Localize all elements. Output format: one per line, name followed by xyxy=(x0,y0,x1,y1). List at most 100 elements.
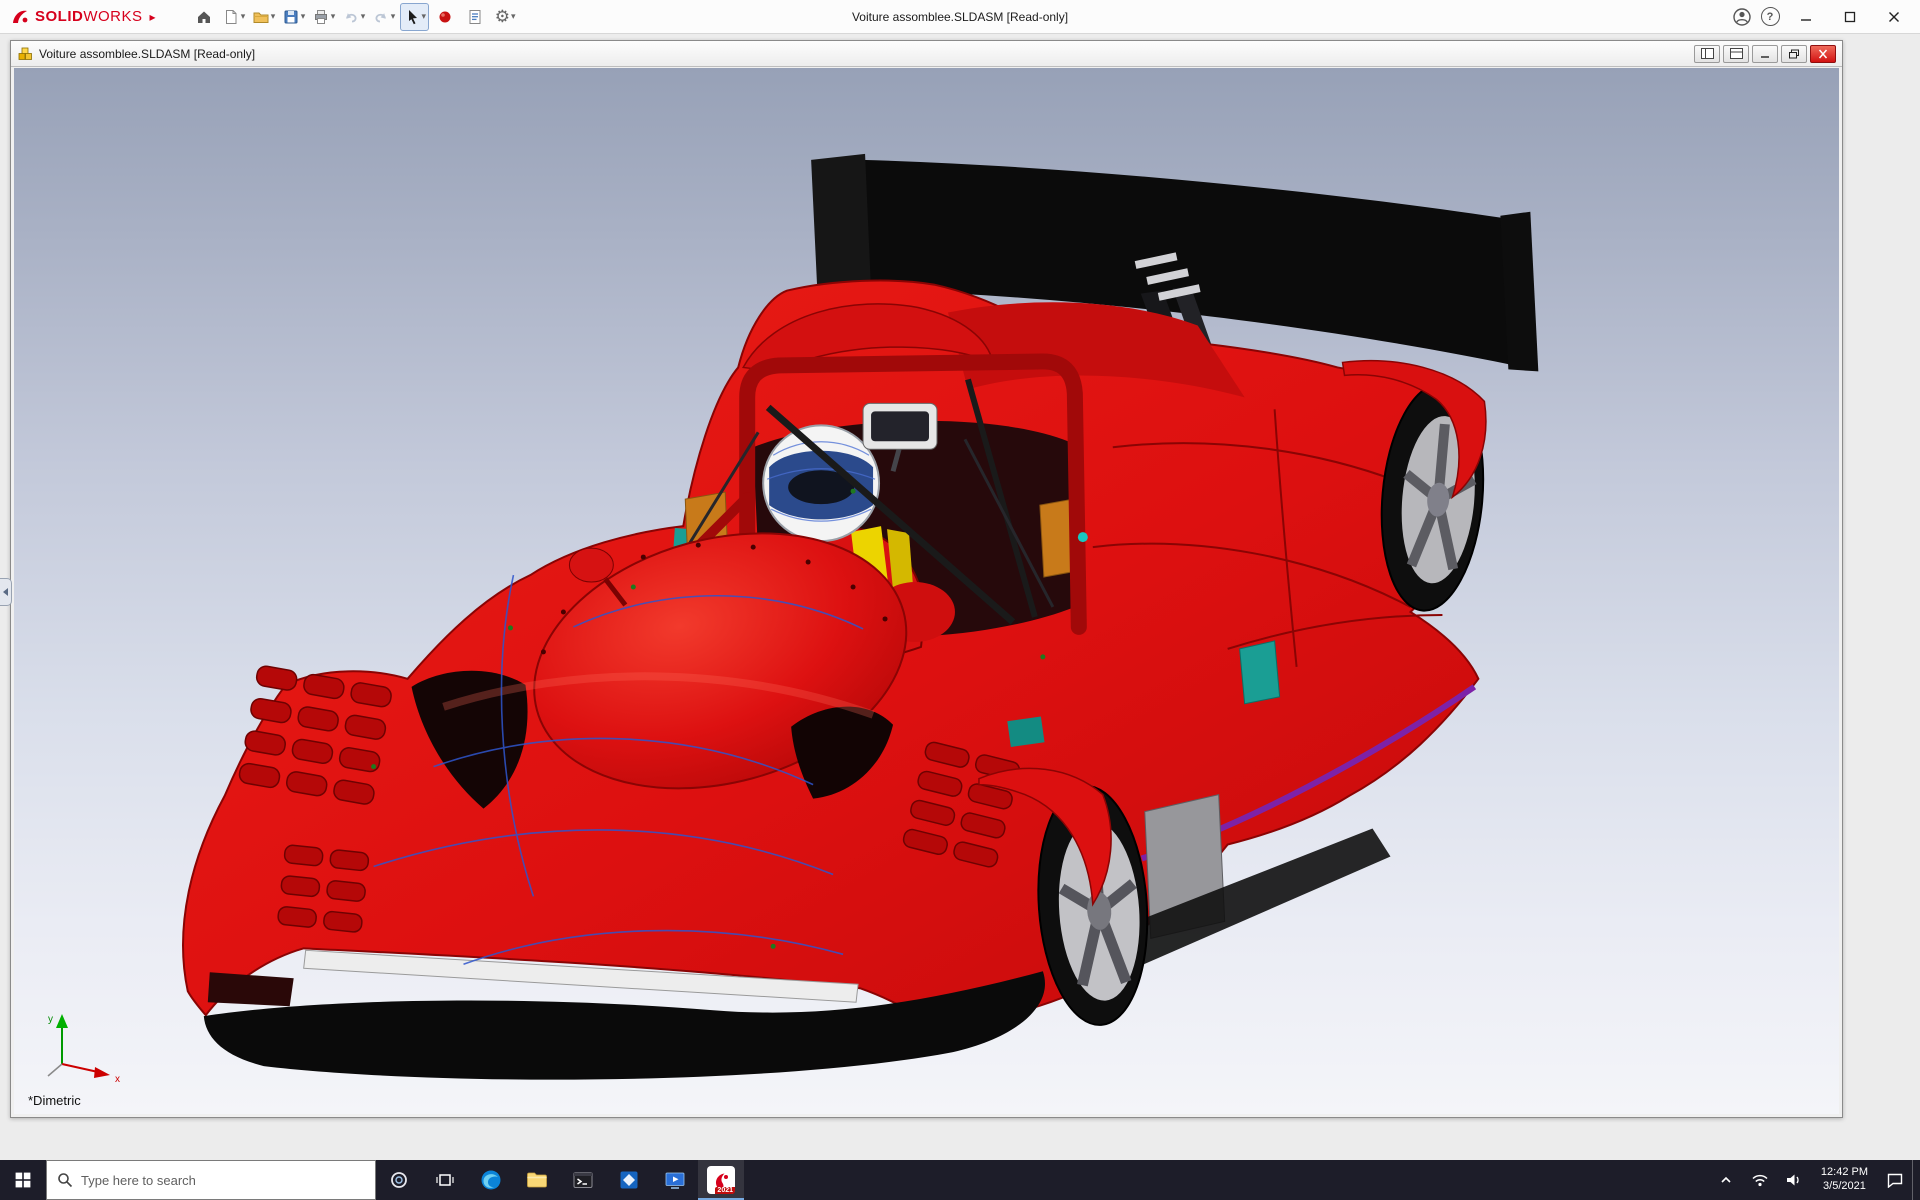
undo-arrow-icon xyxy=(345,12,357,22)
app-titlebar: SOLIDWORKS ▸ ▾ ▾ ▾ ▾ ▾ ▾ ▾ ⚙ ▾ Voiture a… xyxy=(0,0,1920,34)
help-button[interactable]: ? xyxy=(1758,5,1782,29)
solidworks-app-icon: 2021 xyxy=(707,1166,735,1194)
doc-close-icon xyxy=(1818,49,1828,58)
file-properties-button[interactable] xyxy=(461,3,489,31)
split-pane-icon xyxy=(1700,48,1714,59)
print-dropdown-icon[interactable]: ▾ xyxy=(331,11,336,22)
app-window-title: Voiture assomblee.SLDASM [Read-only] xyxy=(851,9,1069,24)
open-dropdown-icon[interactable]: ▾ xyxy=(271,11,276,22)
tray-expand-button[interactable] xyxy=(1709,1160,1743,1200)
document-lines-icon xyxy=(469,9,481,24)
new-document-button[interactable]: ▾ xyxy=(220,3,248,31)
task-view-icon xyxy=(436,1174,454,1186)
search-icon xyxy=(58,1173,73,1188)
home-button[interactable] xyxy=(190,3,218,31)
3d-viewport[interactable]: y x *Dimetric xyxy=(14,68,1839,1114)
print-button[interactable]: ▾ xyxy=(310,3,338,31)
user-account-icon xyxy=(1733,7,1751,26)
options-button[interactable]: ⚙ ▾ xyxy=(491,3,519,31)
terminal-icon xyxy=(573,1172,593,1188)
action-center-button[interactable] xyxy=(1878,1160,1912,1200)
solidworks-year-badge: 2021 xyxy=(715,1187,735,1194)
network-button[interactable] xyxy=(1743,1160,1777,1200)
app-maximize-button[interactable] xyxy=(1830,2,1870,32)
taskbar-clock[interactable]: 12:42 PM 3/5/2021 xyxy=(1811,1166,1878,1194)
undo-dropdown-icon[interactable]: ▾ xyxy=(361,11,366,22)
media-app-icon xyxy=(665,1172,685,1189)
doc-pane-toggle-2-button[interactable] xyxy=(1723,44,1749,63)
document-titlebar[interactable]: Voiture assomblee.SLDASM [Read-only] xyxy=(11,41,1842,67)
document-title: Voiture assomblee.SLDASM [Read-only] xyxy=(39,46,256,61)
clock-date: 3/5/2021 xyxy=(1823,1180,1866,1192)
triad-y-label: y xyxy=(48,1014,53,1025)
open-button[interactable]: ▾ xyxy=(250,3,278,31)
redo-arrow-icon xyxy=(375,12,386,22)
new-document-dropdown-icon[interactable]: ▾ xyxy=(241,11,246,22)
media-app-button[interactable] xyxy=(652,1160,698,1200)
cortana-icon xyxy=(391,1172,407,1188)
redo-dropdown-icon[interactable]: ▾ xyxy=(391,11,396,22)
options-dropdown-icon[interactable]: ▾ xyxy=(511,11,516,22)
view-orientation-label: *Dimetric xyxy=(28,1093,81,1108)
collapsed-panel-handle[interactable] xyxy=(0,578,12,606)
cortana-button[interactable] xyxy=(376,1160,422,1200)
app-close-button[interactable] xyxy=(1874,2,1914,32)
minimize-icon xyxy=(1801,18,1811,21)
close-icon xyxy=(1889,11,1899,22)
taskbar-search[interactable] xyxy=(46,1160,376,1200)
home-icon xyxy=(197,11,210,23)
wifi-icon xyxy=(1752,1174,1768,1187)
brand-expand-icon[interactable]: ▸ xyxy=(150,10,156,24)
show-desktop-button[interactable] xyxy=(1912,1160,1920,1200)
select-tool-dropdown-icon[interactable]: ▾ xyxy=(422,11,427,22)
file-explorer-icon xyxy=(527,1172,547,1188)
open-folder-icon xyxy=(253,12,269,23)
file-explorer-button[interactable] xyxy=(514,1160,560,1200)
edge-browser-icon xyxy=(481,1170,501,1190)
app-minimize-button[interactable] xyxy=(1786,2,1826,32)
print-icon xyxy=(314,9,327,24)
maximize-icon xyxy=(1844,11,1856,22)
speaker-icon xyxy=(1786,1174,1799,1186)
orientation-triad[interactable]: y x xyxy=(36,1006,128,1086)
doc-pane-toggle-1-button[interactable] xyxy=(1694,44,1720,63)
windows-taskbar: 2021 12:42 PM 3/5/2021 xyxy=(0,1160,1920,1200)
solidworks-brand: SOLIDWORKS ▸ xyxy=(6,7,164,27)
doc-restore-button[interactable] xyxy=(1781,44,1807,63)
brand-wordmark: SOLIDWORKS xyxy=(35,8,143,25)
chevron-up-icon xyxy=(1721,1176,1731,1183)
rebuild-button[interactable] xyxy=(431,3,459,31)
volume-button[interactable] xyxy=(1777,1160,1811,1200)
photos-app-icon xyxy=(620,1171,638,1189)
dassault-ds-logo-icon xyxy=(13,10,28,23)
document-window: Voiture assomblee.SLDASM [Read-only] y x… xyxy=(10,40,1843,1118)
search-input[interactable] xyxy=(81,1172,365,1188)
clock-time: 12:42 PM xyxy=(1820,1166,1868,1179)
chevron-left-icon xyxy=(3,588,8,596)
start-button[interactable] xyxy=(0,1160,46,1200)
side-window-teal[interactable] xyxy=(1239,640,1281,705)
redo-button[interactable]: ▾ xyxy=(370,3,398,31)
car-assembly-model[interactable] xyxy=(14,68,1839,1114)
doc-minimize-button[interactable] xyxy=(1752,44,1778,63)
undo-button[interactable]: ▾ xyxy=(340,3,368,31)
terminal-app-button[interactable] xyxy=(560,1160,606,1200)
save-floppy-icon xyxy=(284,10,298,23)
photos-app-button[interactable] xyxy=(606,1160,652,1200)
save-button[interactable]: ▾ xyxy=(280,3,308,31)
horizontal-pane-icon xyxy=(1729,48,1743,59)
doc-close-button[interactable] xyxy=(1810,44,1836,63)
edge-browser-button[interactable] xyxy=(468,1160,514,1200)
task-view-button[interactable] xyxy=(422,1160,468,1200)
save-dropdown-icon[interactable]: ▾ xyxy=(301,11,306,22)
help-icon: ? xyxy=(1760,7,1780,26)
account-button[interactable] xyxy=(1730,5,1754,29)
red-sphere-icon xyxy=(439,11,451,22)
quick-access-toolbar: ▾ ▾ ▾ ▾ ▾ ▾ ▾ ⚙ ▾ xyxy=(190,2,520,31)
assembly-document-icon xyxy=(18,47,32,60)
solidworks-app-button[interactable]: 2021 xyxy=(698,1160,744,1200)
triad-x-label: x xyxy=(115,1074,120,1085)
notification-icon xyxy=(1887,1173,1903,1188)
system-tray: 12:42 PM 3/5/2021 xyxy=(1709,1160,1920,1200)
select-tool-button[interactable]: ▾ xyxy=(399,2,430,31)
